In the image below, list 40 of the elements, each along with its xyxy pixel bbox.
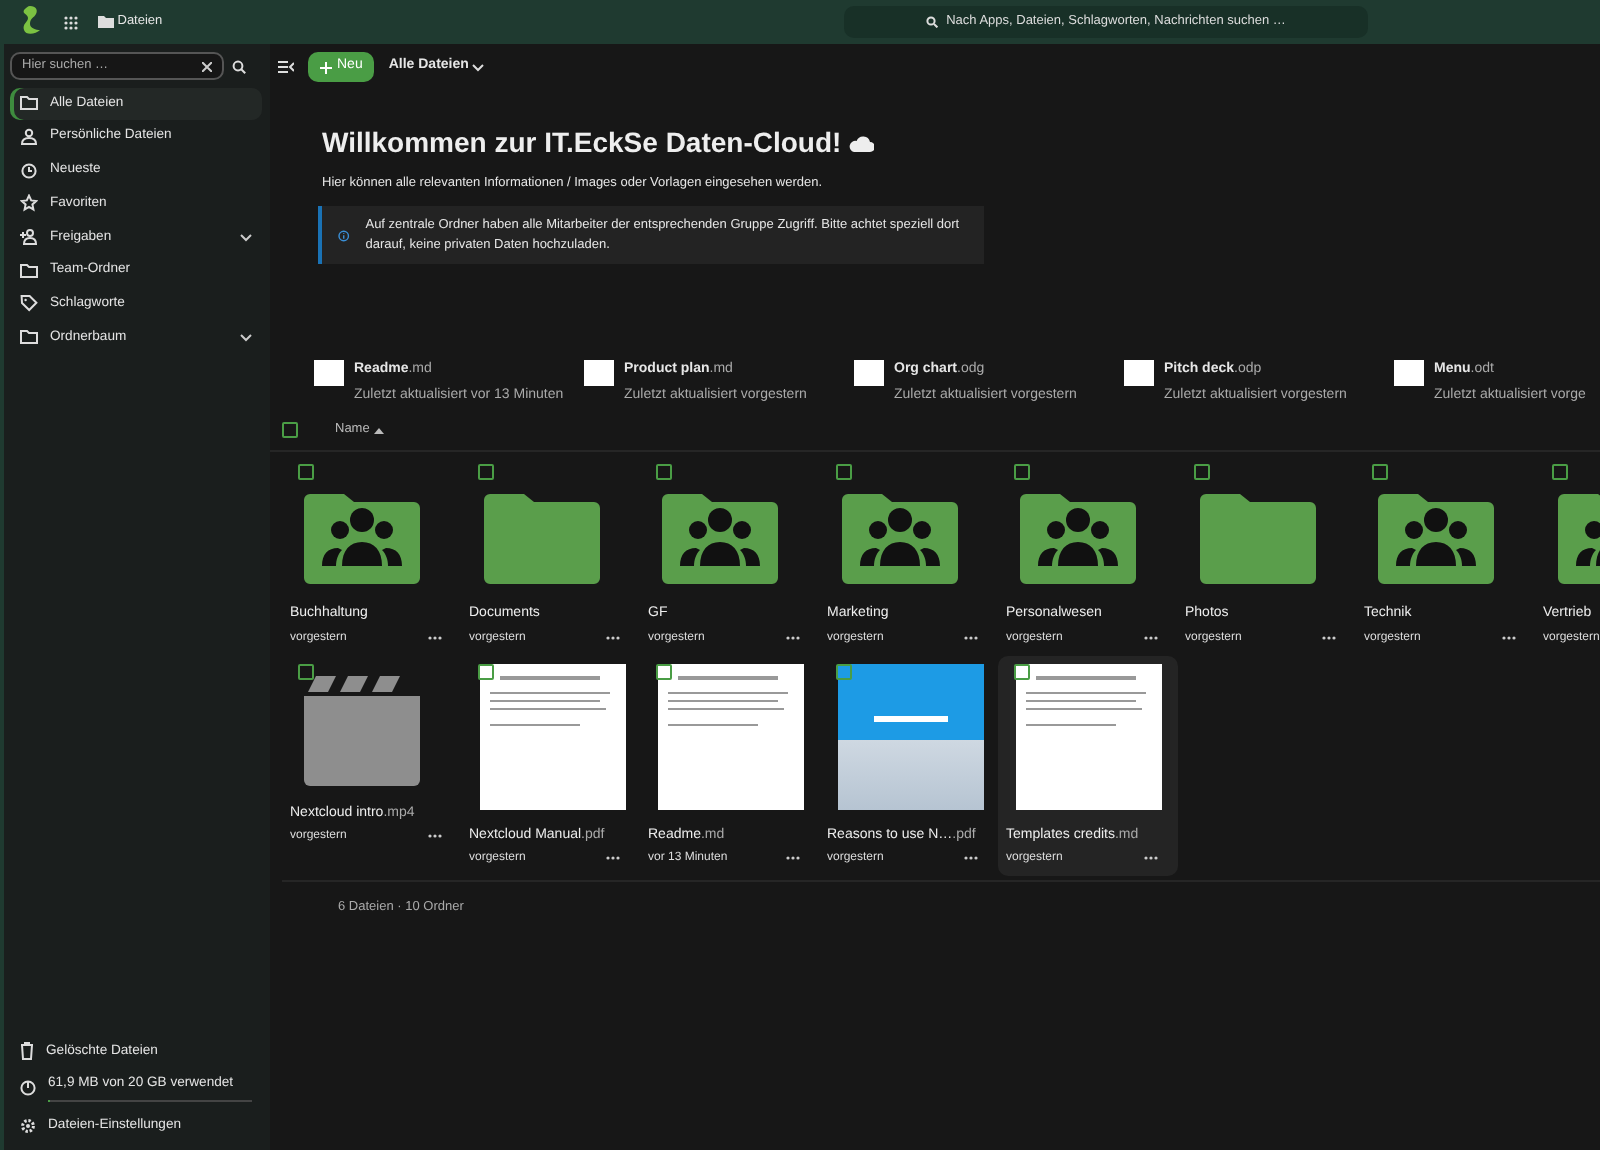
tag-icon [20, 294, 38, 313]
info-icon [338, 227, 350, 243]
folder-icon [98, 16, 114, 28]
star-icon [20, 194, 38, 213]
file-thumbnail[interactable] [854, 360, 884, 387]
file-checkbox[interactable] [1551, 464, 1567, 480]
clear-icon[interactable] [202, 61, 212, 71]
slide-thumbnail[interactable] [837, 663, 983, 809]
file-checkbox[interactable] [298, 464, 314, 480]
settings-icon [20, 1117, 36, 1134]
clapperboard-icon [300, 671, 424, 787]
file-checkbox[interactable] [1372, 464, 1388, 480]
cloud-icon [848, 135, 875, 151]
caret-icon [472, 63, 485, 71]
app-menu-icon[interactable] [64, 15, 78, 29]
chevron-icon[interactable] [240, 233, 252, 242]
folder-icon [20, 261, 38, 280]
person-icon [20, 128, 38, 147]
file-checkbox[interactable] [835, 464, 851, 480]
folder-icon [20, 328, 38, 347]
file-checkbox[interactable] [477, 464, 493, 480]
file-checkbox[interactable] [1014, 464, 1030, 480]
file-thumbnail[interactable] [1124, 360, 1154, 387]
file-thumbnail[interactable] [314, 360, 344, 387]
file-thumbnail[interactable] [584, 360, 614, 387]
sidebar-toggle-icon[interactable] [277, 60, 293, 74]
trash-icon [20, 1042, 34, 1061]
file-thumbnail[interactable] [1394, 360, 1424, 387]
welcome-title: Willkommen zur IT.EckSe Daten-Cloud! [322, 124, 842, 162]
clock-icon [20, 161, 38, 180]
file-checkbox[interactable] [298, 663, 314, 679]
search-icon [926, 16, 939, 28]
folder-icon [20, 94, 38, 113]
select-all-checkbox[interactable] [282, 421, 298, 438]
file-checkbox[interactable] [656, 464, 672, 480]
chevron-icon[interactable] [240, 333, 252, 342]
search-icon[interactable] [231, 59, 245, 73]
plus-icon [319, 61, 331, 73]
file-checkbox[interactable] [1193, 464, 1209, 480]
person-share-icon [20, 228, 38, 247]
